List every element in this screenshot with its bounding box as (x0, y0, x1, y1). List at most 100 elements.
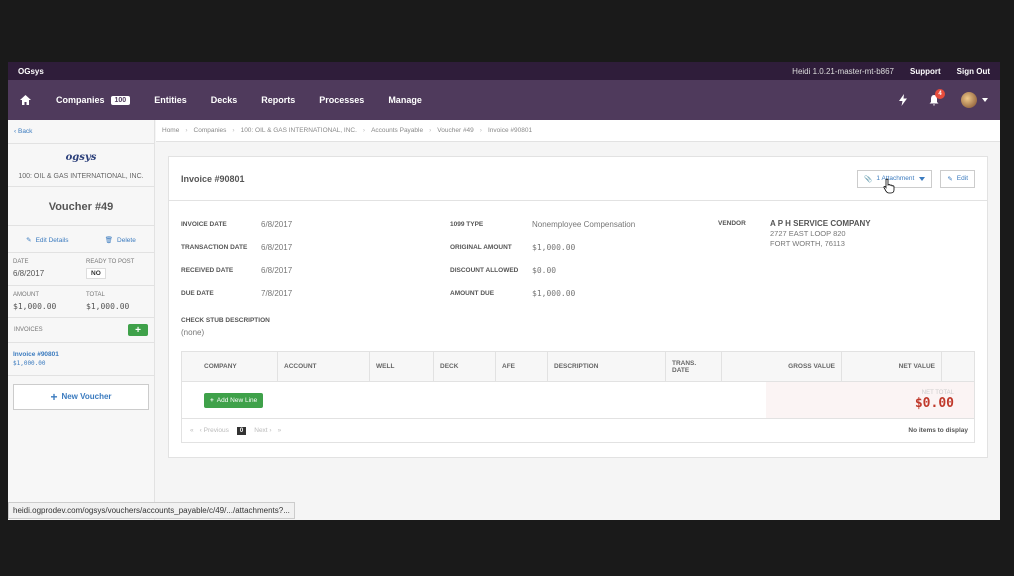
last-page-button[interactable]: » (278, 427, 282, 434)
table-body: + Add New Line NET TOTAL $0.00 (182, 382, 974, 418)
trash-icon: 🗑 (104, 237, 114, 244)
first-page-button[interactable]: « (190, 427, 194, 434)
col-well[interactable]: WELL (370, 352, 434, 381)
edit-label: Edit (956, 175, 968, 182)
company-header: ogsys 100: OIL & GAS INTERNATIONAL, INC. (8, 144, 154, 187)
net-total: NET TOTAL $0.00 (766, 382, 974, 418)
check-stub: CHECK STUB DESCRIPTION (none) (181, 317, 270, 337)
sidebar: ‹ Back ogsys 100: OIL & GAS INTERNATIONA… (8, 120, 155, 520)
lightning-icon[interactable] (899, 94, 907, 106)
amount-due-label: AMOUNT DUE (450, 290, 495, 297)
add-new-line-button[interactable]: + Add New Line (204, 392, 264, 408)
invoice-amount: $1,000.00 (13, 360, 46, 367)
col-deck[interactable]: DECK (434, 352, 496, 381)
video-frame: OGsys Heidi 1.0.21-master-mt-b867 Suppor… (0, 0, 1014, 576)
edit-details-label: Edit Details (35, 237, 69, 244)
vendor-name: A P H SERVICE COMPANY (770, 219, 871, 228)
received-date-value: 6/8/2017 (261, 266, 293, 275)
breadcrumb: Home › Companies › 100: OIL & GAS INTERNAT… (156, 120, 1000, 142)
nav-companies-label: Companies (56, 95, 105, 105)
plus-icon: + (50, 390, 58, 404)
breadcrumb-companies[interactable]: Companies (194, 127, 227, 134)
pager: « ‹ Previous 0 Next › » No items to disp… (182, 418, 974, 442)
status-bar-url: heidi.ogprodev.com/ogsys/vouchers/accoun… (8, 502, 295, 519)
edit-button[interactable]: ✎ Edit (940, 169, 975, 188)
new-voucher-button[interactable]: + New Voucher (13, 384, 149, 410)
breadcrumb-company[interactable]: 100: OIL & GAS INTERNATIONAL, INC. (241, 127, 357, 134)
next-button[interactable]: Next › (254, 427, 271, 434)
brand-label: OGsys (18, 66, 44, 76)
nav-companies[interactable]: Companies 100 (56, 95, 131, 105)
invoice-card: Invoice #90801 📎 1 Attachment ✎ Edit INV… (168, 156, 988, 458)
col-afe[interactable]: AFE (496, 352, 548, 381)
voucher-actions: ✎ Edit Details 🗑 Delete (8, 226, 154, 253)
discount-allowed-label: DISCOUNT ALLOWED (450, 267, 519, 274)
sign-out-link[interactable]: Sign Out (957, 67, 990, 76)
user-menu[interactable] (961, 92, 988, 108)
col-account[interactable]: ACCOUNT (278, 352, 370, 381)
pencil-icon: ✎ (947, 175, 953, 183)
breadcrumb-voucher[interactable]: Voucher #49 (437, 127, 474, 134)
page-number: 0 (236, 426, 247, 435)
col-gross-value[interactable]: GROSS VALUE (722, 352, 842, 381)
notification-count-badge: 4 (935, 88, 945, 99)
type-1099-value: Nonemployee Compensation (532, 220, 636, 229)
date-ready-row: DATE 6/8/2017 READY TO POST NO (8, 253, 154, 286)
ready-to-post-label: READY TO POST (86, 259, 135, 265)
app-screen: OGsys Heidi 1.0.21-master-mt-b867 Suppor… (8, 62, 1000, 520)
invoice-lines-table: COMPANY ACCOUNT WELL DECK AFE DESCRIPTIO… (181, 351, 975, 443)
nav-entities[interactable]: Entities (154, 95, 187, 105)
check-stub-value: (none) (181, 328, 205, 337)
empty-message: No items to display (908, 427, 968, 434)
type-1099-label: 1099 TYPE (450, 221, 484, 228)
support-link[interactable]: Support (910, 67, 941, 76)
invoices-label: INVOICES (14, 327, 43, 333)
col-trans-date[interactable]: TRANS. DATE (666, 352, 722, 381)
discount-allowed-value: $0.00 (532, 266, 557, 275)
nav-manage[interactable]: Manage (388, 95, 422, 105)
transaction-date-value: 6/8/2017 (261, 243, 293, 252)
page-title: Invoice #90801 (181, 173, 245, 184)
total-label: TOTAL (86, 292, 105, 298)
edit-details-button[interactable]: ✎ Edit Details (26, 236, 68, 244)
company-logo: ogsys (65, 152, 97, 163)
vendor-label: VENDOR (718, 220, 746, 227)
col-net-value[interactable]: NET VALUE (842, 352, 942, 381)
previous-button[interactable]: ‹ Previous (200, 427, 229, 434)
original-amount-value: $1,000.00 (532, 243, 576, 252)
vendor-address-line1: 2727 EAST LOOP 820 (770, 229, 846, 238)
transaction-date-label: TRANSACTION DATE (181, 244, 248, 251)
amount-due-value: $1,000.00 (532, 289, 576, 298)
nav-processes[interactable]: Processes (319, 95, 364, 105)
amount-label: AMOUNT (13, 292, 39, 298)
add-invoice-button[interactable]: + (128, 324, 148, 336)
nav-decks[interactable]: Decks (211, 95, 238, 105)
invoice-date-value: 6/8/2017 (261, 220, 293, 229)
ready-to-post-badge: NO (86, 268, 106, 279)
col-company[interactable]: COMPANY (182, 352, 278, 381)
delete-button[interactable]: 🗑 Delete (105, 236, 136, 244)
back-link[interactable]: ‹ Back (8, 120, 154, 144)
main-nav: Companies 100 Entities Decks Reports Pro… (8, 80, 1000, 120)
list-item[interactable]: Invoice #90801 $1,000.00 (8, 343, 154, 376)
chevron-down-icon (982, 98, 988, 102)
version-label: Heidi 1.0.21-master-mt-b867 (792, 66, 894, 76)
add-new-line-label: Add New Line (216, 396, 258, 404)
invoices-header: INVOICES + (8, 318, 154, 343)
home-icon[interactable] (20, 93, 34, 107)
bell-icon[interactable]: 4 (929, 88, 945, 106)
next-label: Next (254, 427, 268, 434)
nav-reports[interactable]: Reports (261, 95, 295, 105)
original-amount-label: ORIGINAL AMOUNT (450, 244, 512, 251)
breadcrumb-home[interactable]: Home (162, 127, 179, 134)
top-bar: OGsys Heidi 1.0.21-master-mt-b867 Suppor… (8, 62, 1000, 80)
breadcrumb-invoice: Invoice #90801 (487, 127, 533, 134)
breadcrumb-accounts-payable[interactable]: Accounts Payable (371, 127, 423, 134)
new-voucher-label: New Voucher (61, 392, 112, 401)
col-description[interactable]: DESCRIPTION (548, 352, 666, 381)
received-date-label: RECEIVED DATE (181, 267, 234, 274)
total-value: $1,000.00 (86, 302, 130, 311)
vendor-block: VENDOR A P H SERVICE COMPANY 2727 EAST L… (718, 219, 871, 248)
invoice-link[interactable]: Invoice #90801 (13, 351, 149, 358)
avatar (961, 92, 977, 108)
